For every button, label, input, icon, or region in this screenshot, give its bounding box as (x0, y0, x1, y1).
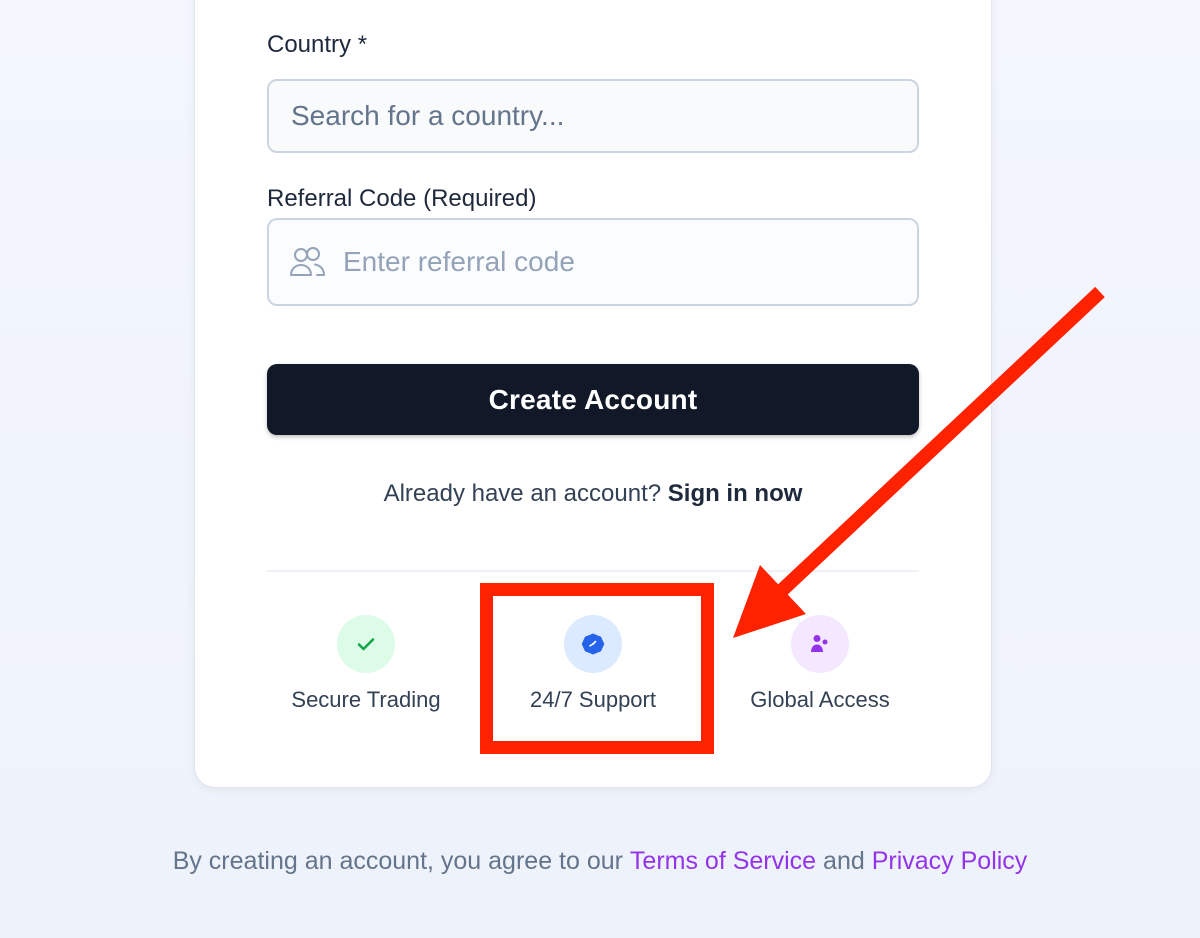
feature-global-access: Global Access (720, 615, 920, 713)
country-placeholder: Search for a country... (291, 100, 565, 131)
check-icon (337, 615, 395, 673)
highlight-annotation-box (480, 583, 714, 754)
divider (267, 570, 919, 572)
signin-prompt-text: Already have an account? (383, 480, 662, 507)
signin-prompt: Already have an account? Sign in now (267, 480, 919, 508)
country-label: Country * (267, 31, 368, 58)
terms-of-service-link[interactable]: Terms of Service (630, 847, 816, 875)
referral-code-label: Referral Code (Required) (267, 185, 537, 212)
create-account-button[interactable]: Create Account (267, 364, 919, 435)
signin-link[interactable]: Sign in now (668, 480, 803, 507)
referral-code-input[interactable]: Enter referral code (267, 218, 919, 306)
feature-label: Global Access (750, 687, 890, 712)
user-group-icon (791, 615, 849, 673)
users-icon (289, 246, 327, 278)
feature-label: Secure Trading (291, 687, 441, 712)
country-search-input[interactable]: Search for a country... (267, 79, 919, 153)
referral-placeholder: Enter referral code (343, 246, 575, 277)
privacy-policy-link[interactable]: Privacy Policy (872, 847, 1028, 875)
footer-text: By creating an account, you agree to our (172, 847, 623, 875)
legal-footer: By creating an account, you agree to our… (0, 847, 1200, 876)
footer-and: and (823, 847, 865, 875)
feature-secure-trading: Secure Trading (266, 615, 466, 713)
